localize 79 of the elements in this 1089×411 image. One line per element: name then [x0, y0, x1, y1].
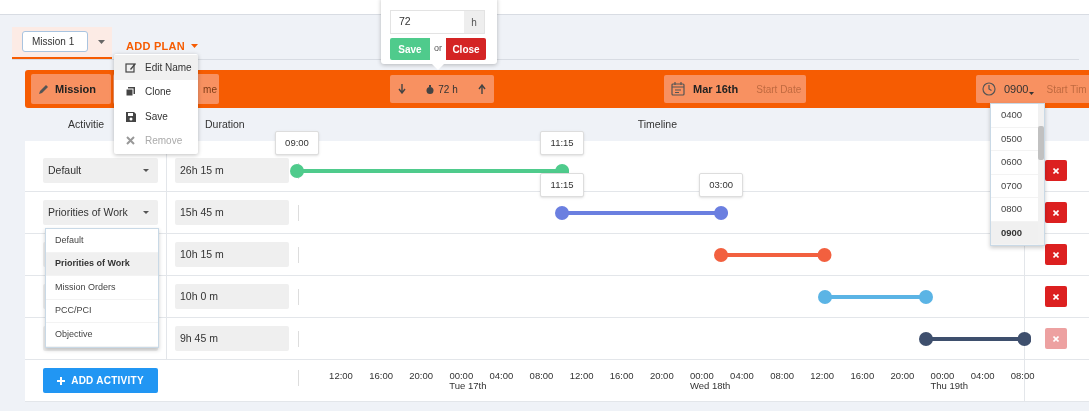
dropdown-option[interactable]: Priorities of Work: [46, 252, 158, 276]
copy-icon: [125, 86, 136, 98]
close-icon: [1053, 167, 1059, 174]
axis-day-label: Tue 17th: [449, 379, 487, 393]
dropdown-option[interactable]: Default: [46, 229, 158, 253]
axis-label: 04:00: [730, 369, 755, 383]
menu-item: Remove: [114, 128, 198, 153]
caret-icon: [98, 40, 105, 44]
menu-item[interactable]: Save: [114, 104, 198, 129]
axis-label: 00:00: [689, 369, 715, 382]
duration-value: 72 h: [438, 82, 458, 97]
close-icon: [1053, 335, 1059, 342]
dropdown-option[interactable]: Mission Orders: [46, 276, 158, 300]
close-icon: [1053, 293, 1059, 300]
duration-field[interactable]: 26h 15 m: [175, 158, 289, 183]
activity-type-select[interactable]: Default: [43, 158, 158, 183]
delete-button[interactable]: [1045, 202, 1067, 223]
axis-label: 08:00: [769, 369, 795, 383]
duration-field[interactable]: 10h 15 m: [175, 242, 289, 267]
mission-button[interactable]: Mission: [31, 74, 111, 104]
axis-label: 12:00: [568, 369, 595, 383]
delete-button[interactable]: [1045, 160, 1067, 181]
caret-icon: [143, 169, 149, 172]
time-value: 0900: [1004, 81, 1029, 97]
calendar-icon: [671, 82, 685, 96]
duration-field[interactable]: 9h 45 m: [175, 326, 289, 351]
time-tooltip: 11:15: [540, 131, 585, 155]
axis-day-label: Thu 19th: [930, 379, 968, 393]
time-tooltip: 09:00: [275, 131, 319, 155]
axis-label: 16:00: [368, 369, 394, 383]
scrollbar-thumb[interactable]: [1038, 126, 1044, 160]
duration-field[interactable]: 15h 45 m: [175, 200, 289, 225]
time-tooltip: 11:15: [540, 173, 585, 197]
axis-label: 00:00: [448, 369, 475, 382]
caret-icon: [191, 43, 199, 48]
axis-label: 08:00: [1009, 369, 1036, 383]
column-header: Duration: [205, 116, 245, 132]
unit-label: h: [464, 11, 484, 33]
axis-label: 12:00: [809, 369, 836, 383]
down-arrow-icon: [398, 84, 406, 94]
axis-label: 20:00: [889, 369, 916, 383]
axis-label: 08:00: [528, 369, 555, 383]
plan-name-field[interactable]: Mission 1: [22, 31, 88, 52]
plus-icon: [57, 376, 66, 385]
close-icon: [1053, 251, 1059, 258]
caret-icon: [143, 211, 149, 214]
date-value: Mar 16th: [693, 81, 739, 97]
dropdown-option[interactable]: PCC/PCI: [46, 299, 158, 323]
stopwatch-icon: [426, 84, 435, 94]
dropdown-option[interactable]: Objective: [46, 323, 158, 347]
pencil-icon: [37, 82, 50, 96]
edit-icon: [125, 61, 136, 73]
close-icon: [1053, 209, 1059, 216]
delete-button[interactable]: [1045, 244, 1067, 265]
caret-icon: [1029, 92, 1035, 95]
axis-day-label: Wed 18th: [689, 379, 731, 393]
dropdown-option[interactable]: 0900: [991, 221, 1038, 245]
plan-tab[interactable]: Mission 1: [12, 27, 112, 59]
hours-field[interactable]: 72 h: [390, 10, 485, 34]
close-button[interactable]: Close: [446, 38, 486, 60]
menu-item[interactable]: Edit Name: [114, 55, 198, 80]
clock-icon: [982, 82, 996, 96]
axis-label: 12:00: [328, 369, 354, 383]
duration-field[interactable]: 10h 0 m: [175, 284, 289, 309]
close-icon: [125, 135, 136, 147]
axis-label: 16:00: [608, 369, 635, 383]
up-arrow-icon: [478, 84, 486, 94]
axis-label: 04:00: [488, 369, 515, 383]
delete-button[interactable]: [1045, 286, 1067, 307]
activity-type-select[interactable]: Priorities of Work: [43, 200, 158, 225]
axis-label: 04:00: [969, 369, 996, 383]
axis-label: 20:00: [648, 369, 675, 383]
column-header: Activitie: [68, 116, 106, 132]
column-header: Timeline: [637, 116, 677, 132]
axis-label: 20:00: [408, 369, 435, 383]
time-tooltip: 03:00: [699, 173, 744, 197]
axis-label: 00:00: [929, 369, 956, 382]
menu-item[interactable]: Clone: [114, 79, 198, 104]
axis-label: 16:00: [849, 369, 876, 383]
